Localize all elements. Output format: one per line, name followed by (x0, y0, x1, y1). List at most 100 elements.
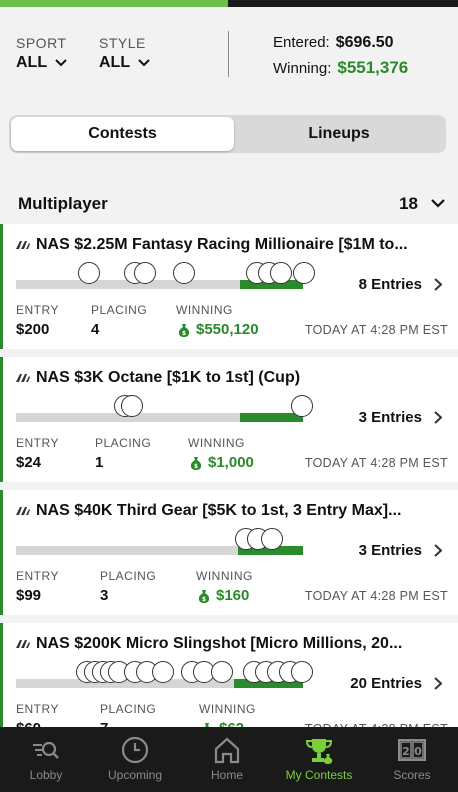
tab-my-contests[interactable]: My Contests (273, 727, 365, 792)
totals-summary: Entered: $696.50 Winning: $551,376 (273, 34, 408, 82)
lineup-marker (270, 262, 292, 284)
entries-count: 8 Entries (358, 276, 422, 293)
tab-lineups[interactable]: Lineups (234, 117, 444, 151)
tab-scores-label: Scores (393, 768, 431, 782)
winning-label: WINNING (199, 702, 256, 716)
contest-time: TODAY AT 4:28 PM EST (304, 589, 448, 603)
tab-upcoming[interactable]: Upcoming (89, 727, 181, 792)
tab-scores[interactable]: 2 0 Scores (366, 727, 458, 792)
entries-link[interactable]: 3 Entries (359, 542, 442, 559)
payout-zone (240, 413, 303, 422)
money-bag-icon: $ (198, 589, 210, 603)
contest-title: NAS $200K Micro Slingshot [Micro Million… (36, 635, 403, 652)
multiplayer-section-header[interactable]: Multiplayer 18 (0, 186, 458, 222)
chevron-right-icon (434, 677, 442, 690)
tab-home-label: Home (210, 768, 243, 782)
winning-amount: $1,000 (208, 454, 254, 471)
lineup-marker (291, 395, 313, 417)
payout-track (16, 413, 303, 422)
svg-text:$: $ (194, 463, 198, 470)
winning-label: WINNING (176, 303, 233, 317)
top-progress-fill (0, 0, 228, 7)
lineup-marker (211, 661, 233, 683)
svg-text:$: $ (182, 330, 186, 337)
chevron-right-icon (434, 278, 442, 291)
lineup-marker (173, 262, 195, 284)
section-count: 18 (399, 194, 418, 213)
sport-filter-value: ALL (16, 54, 48, 71)
style-filter-label: STYLE (99, 35, 146, 51)
chevron-right-icon (434, 411, 442, 424)
entry-fee: $99 (16, 587, 42, 604)
placing-value: 3 (100, 587, 109, 604)
winning-value: $551,376 (337, 58, 409, 77)
contest-title: NAS $40K Third Gear [$5K to 1st, 3 Entry… (36, 502, 402, 519)
entry-label: ENTRY (16, 303, 59, 317)
entry-fee: $24 (16, 454, 42, 471)
money-bag-icon: $ (190, 456, 202, 470)
entry-label: ENTRY (16, 436, 59, 450)
chevron-down-icon (431, 199, 445, 208)
lineup-marker (134, 262, 156, 284)
placing-label: PLACING (100, 569, 157, 583)
entries-count: 3 Entries (358, 542, 422, 559)
placing-label: PLACING (100, 702, 157, 716)
style-filter[interactable]: STYLE ALL (99, 35, 150, 72)
filters-header: SPORT ALL STYLE ALL Entered: $696.50 Win… (0, 7, 458, 107)
bottom-tab-bar: Lobby Upcoming Home My Contests 2 0 Scor… (0, 727, 458, 792)
placing-label: PLACING (91, 303, 148, 317)
chevron-down-icon (55, 59, 67, 67)
entries-count: 20 Entries (350, 675, 422, 692)
entry-label: ENTRY (16, 569, 59, 583)
lineup-marker (293, 262, 315, 284)
sport-filter-label: SPORT (16, 35, 67, 51)
contest-time: TODAY AT 4:28 PM EST (304, 323, 448, 337)
contest-card[interactable]: NAS $40K Third Gear [$5K to 1st, 3 Entry… (0, 490, 458, 615)
winning-amount: $550,120 (196, 321, 259, 338)
scores-icon: 2 0 (398, 739, 426, 761)
winning-label: WINNING (196, 569, 253, 583)
money-bag-icon: $ (178, 323, 190, 337)
lobby-search-icon (33, 741, 59, 759)
tab-lobby[interactable]: Lobby (0, 727, 92, 792)
entry-label: ENTRY (16, 702, 59, 716)
contests-lineups-toggle: Contests Lineups (9, 115, 446, 153)
nascar-icon (16, 241, 30, 249)
tab-my-contests-label: My Contests (285, 768, 353, 782)
winning-amount: $160 (216, 587, 250, 604)
tab-lobby-label: Lobby (29, 768, 63, 782)
svg-text:$: $ (202, 596, 206, 603)
placing-label: PLACING (95, 436, 152, 450)
chevron-down-icon (138, 59, 150, 67)
winning-label: Winning: (273, 60, 332, 77)
sport-filter[interactable]: SPORT ALL (16, 35, 67, 72)
lineup-marker (121, 395, 143, 417)
trophy-icon (305, 739, 333, 764)
clock-icon (121, 736, 149, 764)
entered-value: $696.50 (335, 34, 394, 51)
header-divider (228, 31, 229, 77)
entry-fee: $200 (16, 321, 50, 338)
contest-time: TODAY AT 4:28 PM EST (304, 456, 448, 470)
tab-contests[interactable]: Contests (11, 117, 234, 151)
winning-label: WINNING (188, 436, 245, 450)
contest-card[interactable]: NAS $2.25M Fantasy Racing Millionaire [$… (0, 224, 458, 349)
entries-link[interactable]: 20 Entries (350, 675, 442, 692)
contest-card[interactable]: NAS $3K Octane [$1K to 1st] (Cup) 3 Entr… (0, 357, 458, 482)
home-icon (214, 737, 240, 764)
svg-text:0: 0 (414, 745, 422, 758)
contest-title: NAS $3K Octane [$1K to 1st] (Cup) (36, 369, 301, 386)
style-filter-value: ALL (99, 54, 131, 71)
lineup-marker (78, 262, 100, 284)
entries-link[interactable]: 8 Entries (359, 276, 442, 293)
section-title: Multiplayer (18, 194, 108, 213)
contest-title: NAS $2.25M Fantasy Racing Millionaire [$… (36, 236, 408, 253)
nascar-icon (16, 640, 30, 648)
placing-value: 1 (95, 454, 104, 471)
svg-text:2: 2 (402, 745, 410, 758)
top-progress-strip (0, 0, 458, 7)
chevron-right-icon (434, 544, 442, 557)
tab-home[interactable]: Home (181, 727, 273, 792)
entries-link[interactable]: 3 Entries (359, 409, 442, 426)
lineup-marker (291, 661, 313, 683)
